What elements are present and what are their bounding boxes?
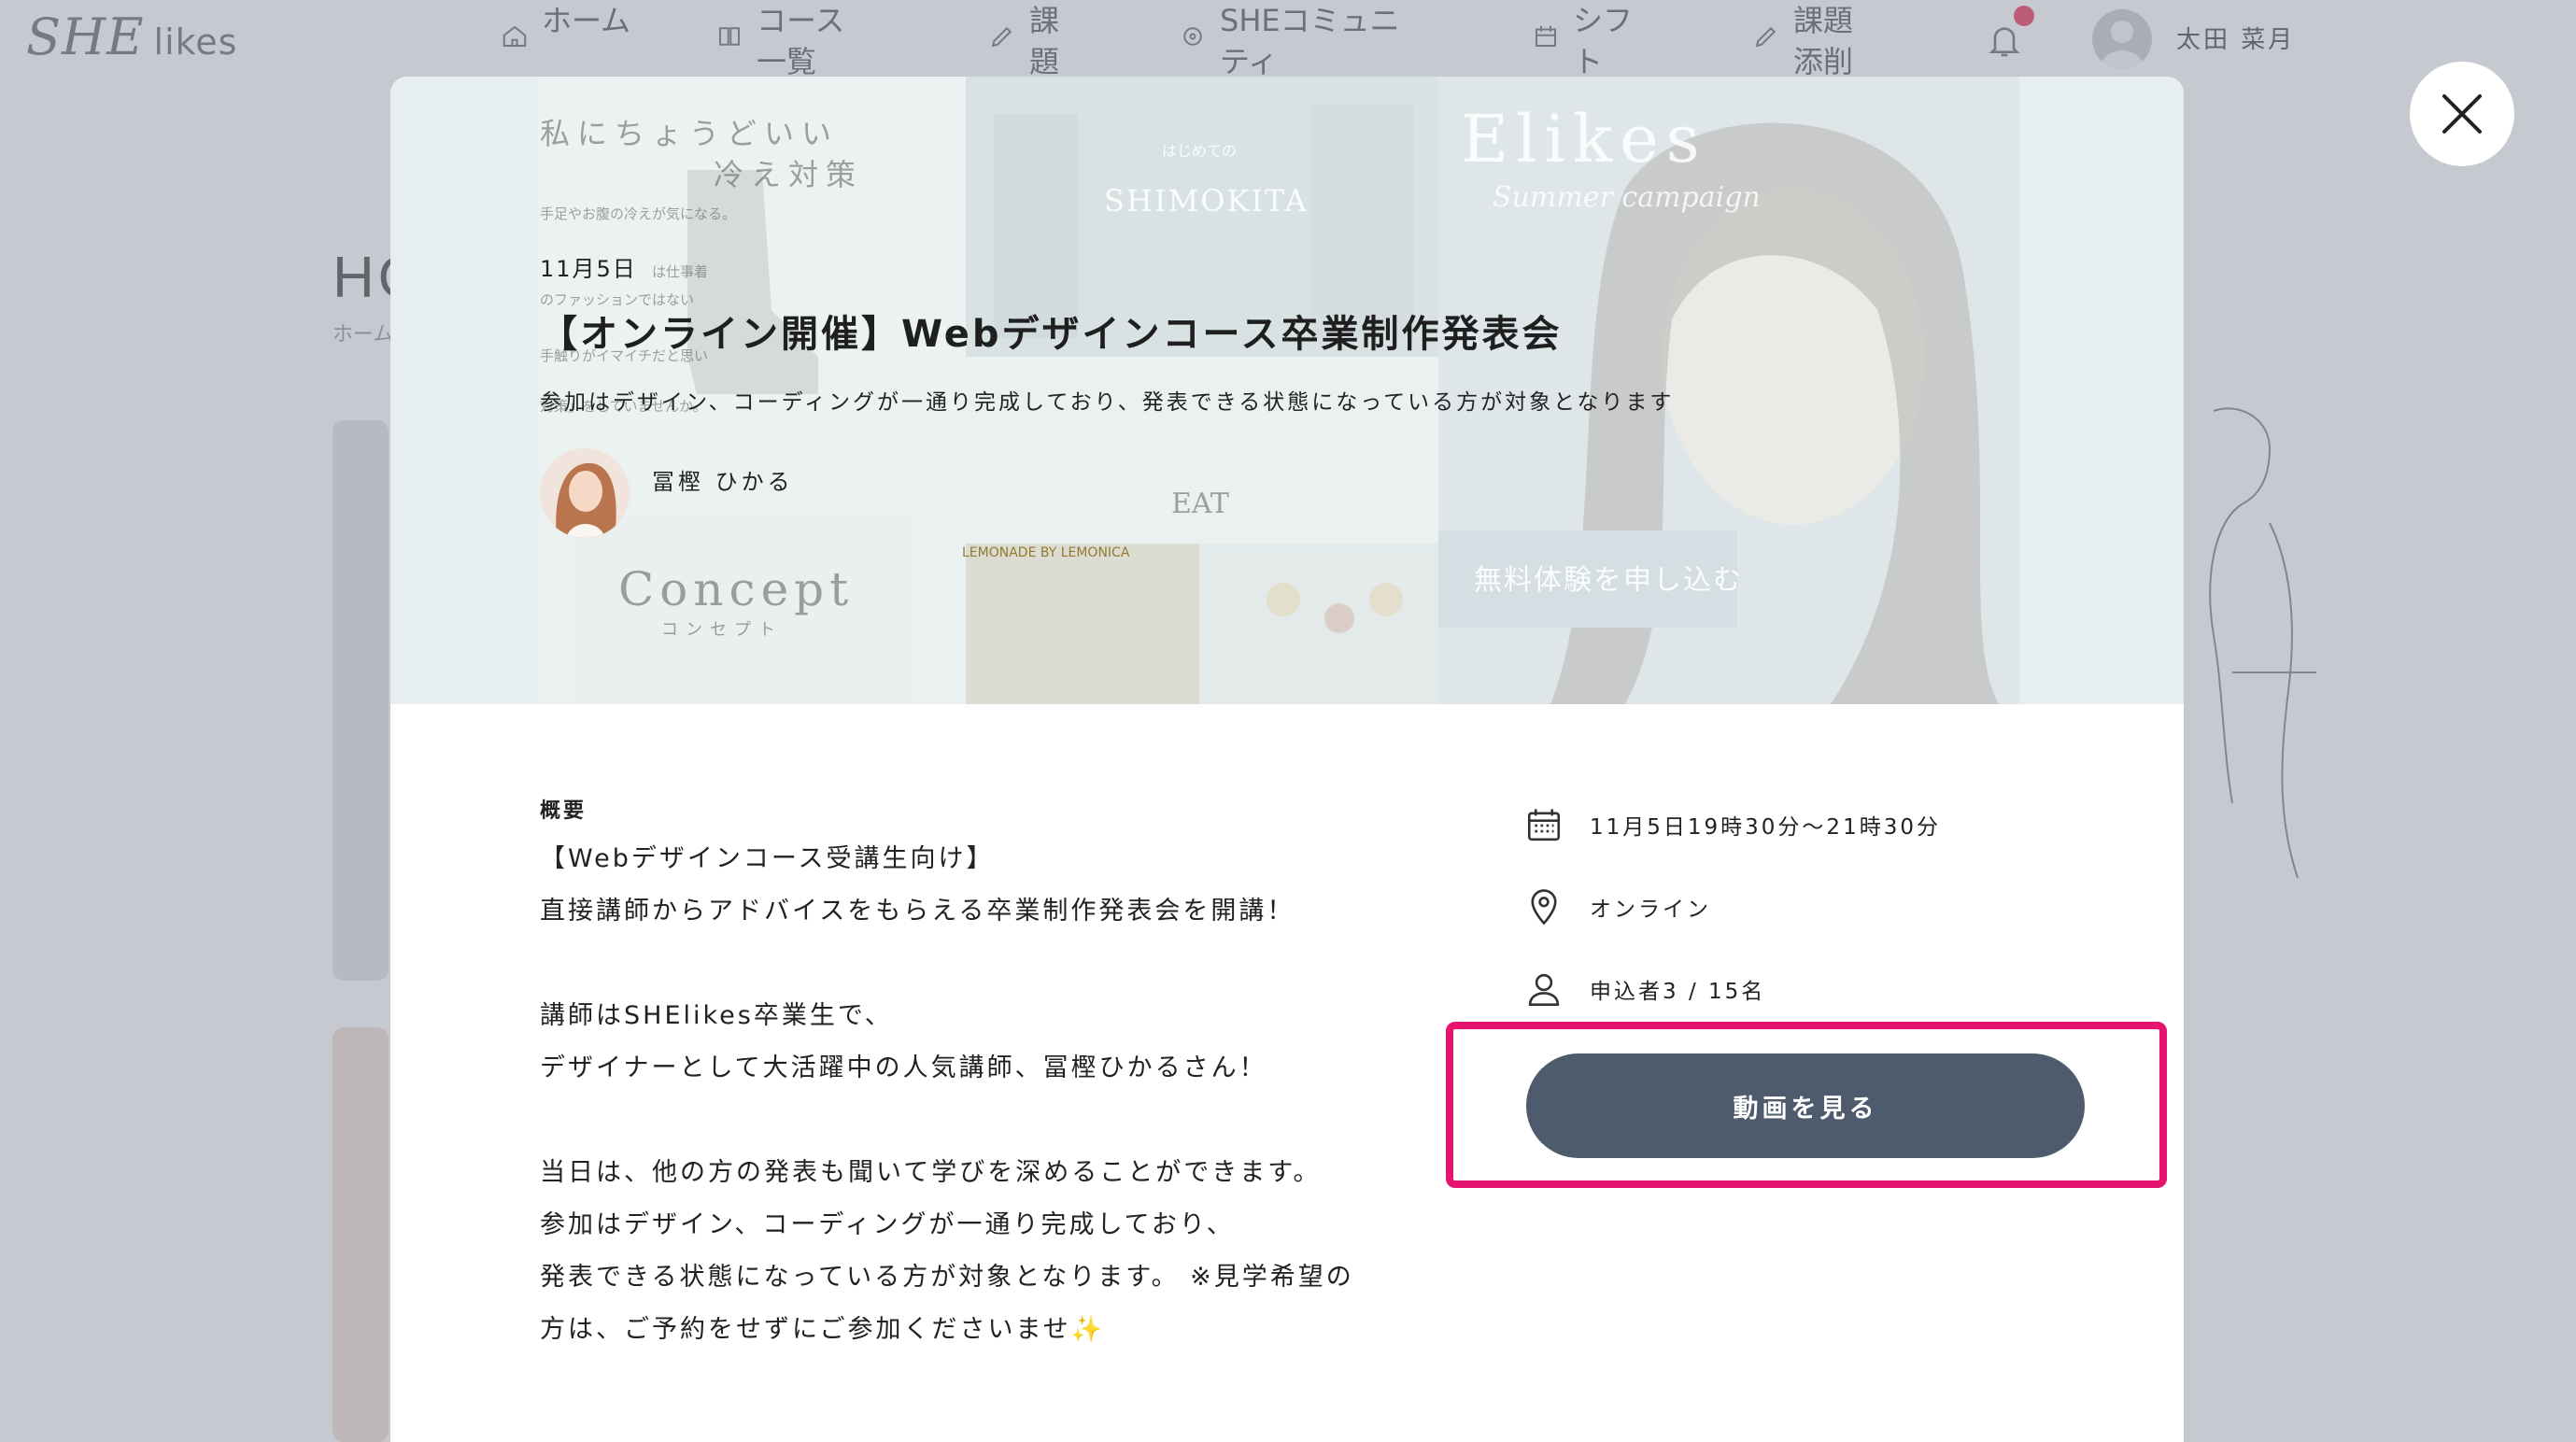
event-datetime: 11月5日19時30分〜21時30分	[1524, 805, 1941, 844]
close-modal-button[interactable]	[2410, 62, 2514, 166]
event-subtitle: 参加はデザイン、コーディングが一通り完成しており、発表できる状態になっている方が…	[540, 390, 1675, 415]
close-icon	[2442, 94, 2482, 134]
summary-heading: 概要	[540, 799, 587, 823]
location-pin-icon	[1531, 889, 1557, 926]
lecturer-portrait	[540, 448, 630, 538]
calendar-icon	[1527, 809, 1561, 841]
lecturer: 冨樫 ひかる	[540, 448, 794, 538]
lecturer-name: 冨樫 ひかる	[652, 468, 794, 495]
lecturer-avatar	[540, 448, 630, 538]
event-modal: 私にちょうどいい 冷え対策 手足やお腹の冷えが気になる。 は仕事着 のファッショ…	[390, 77, 2184, 1442]
person-icon	[1528, 973, 1560, 1006]
hero-image: 私にちょうどいい 冷え対策 手足やお腹の冷えが気になる。 は仕事着 のファッショ…	[390, 77, 2184, 704]
event-location: オンライン	[1524, 887, 1711, 926]
event-applicants: 申込者3 / 15名	[1524, 969, 1765, 1009]
highlight-annotation	[1446, 1022, 2167, 1188]
event-title: 【オンライン開催】Webデザインコース卒業制作発表会	[540, 313, 1563, 356]
event-header: 11月5日 【オンライン開催】Webデザインコース卒業制作発表会 参加はデザイン…	[540, 250, 1847, 416]
event-date: 11月5日	[540, 256, 637, 282]
event-description: 【Webデザインコース受講生向け】 直接講師からアドバイスをもらえる卒業制作発表…	[540, 844, 1354, 1344]
